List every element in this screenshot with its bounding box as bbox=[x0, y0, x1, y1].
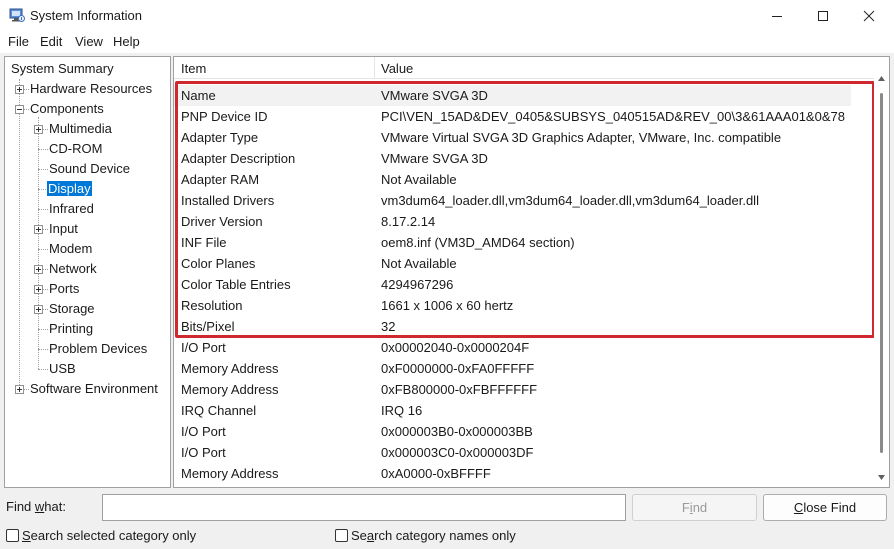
cell-item: IRQ Channel bbox=[181, 403, 257, 418]
tree-item-sound-device[interactable]: Sound Device bbox=[49, 160, 130, 178]
checkbox-box[interactable] bbox=[335, 529, 348, 542]
menu-edit[interactable]: Edit bbox=[40, 34, 62, 49]
tree-item-hardware-resources[interactable]: Hardware Resources bbox=[30, 80, 152, 98]
table-row[interactable]: I/O Port 0x000003B0-0x000003BB bbox=[174, 421, 889, 442]
close-button[interactable] bbox=[846, 0, 892, 31]
tree-item-system-summary[interactable]: System Summary bbox=[11, 60, 114, 78]
expand-input-icon[interactable] bbox=[34, 225, 43, 234]
tree-item-network[interactable]: Network bbox=[49, 260, 97, 278]
main-content: System Summary Hardware Resources Compon… bbox=[0, 53, 894, 489]
column-header-row: Item Value bbox=[174, 57, 889, 79]
tree-item-multimedia[interactable]: Multimedia bbox=[49, 120, 112, 138]
cell-value: 0xF0000000-0xFA0FFFFF bbox=[381, 361, 535, 376]
find-what-input[interactable] bbox=[102, 494, 626, 521]
cell-item: I/O Port bbox=[181, 424, 226, 439]
details-list[interactable]: Item Value Name VMware SVGA 3D PNP Device … bbox=[173, 56, 890, 488]
find-button[interactable]: Find bbox=[632, 494, 757, 521]
column-header-item[interactable]: Item bbox=[181, 61, 206, 76]
table-row[interactable]: I/O Port 0x000003C0-0x000003DF bbox=[174, 442, 889, 463]
cell-value: 0x000003B0-0x000003BB bbox=[381, 424, 533, 439]
expand-software-environment-icon[interactable] bbox=[15, 385, 24, 394]
search-category-names-label: Search category names only bbox=[351, 528, 516, 543]
category-tree[interactable]: System Summary Hardware Resources Compon… bbox=[4, 56, 171, 488]
cell-item: Memory Address bbox=[181, 361, 279, 376]
tree-item-usb[interactable]: USB bbox=[49, 360, 76, 378]
menu-bar: File Edit View Help bbox=[0, 31, 894, 53]
cell-value: 0xA0000-0xBFFFF bbox=[381, 466, 491, 481]
system-information-app-icon bbox=[9, 8, 25, 22]
tree-item-components[interactable]: Components bbox=[30, 100, 104, 118]
scroll-up-arrow-icon[interactable] bbox=[878, 76, 885, 81]
tree-item-infrared[interactable]: Infrared bbox=[49, 200, 94, 218]
cell-value: 0xFB800000-0xFBFFFFFF bbox=[381, 382, 538, 397]
maximize-button[interactable] bbox=[800, 0, 846, 31]
tree-item-modem[interactable]: Modem bbox=[49, 240, 92, 258]
cell-value: IRQ 16 bbox=[381, 403, 423, 418]
expand-storage-icon[interactable] bbox=[34, 305, 43, 314]
find-what-label: Find what: bbox=[6, 499, 66, 514]
column-divider[interactable] bbox=[374, 57, 375, 79]
search-selected-category-checkbox[interactable]: Search selected category only bbox=[6, 527, 266, 545]
search-selected-category-label: Search selected category only bbox=[22, 528, 197, 543]
minimize-button[interactable] bbox=[754, 0, 800, 31]
cell-item: I/O Port bbox=[181, 445, 226, 460]
maximize-icon bbox=[818, 10, 828, 21]
tree-item-input[interactable]: Input bbox=[49, 220, 78, 238]
column-header-value[interactable]: Value bbox=[381, 61, 413, 76]
find-bar: Find what: Find Close Find Search select… bbox=[0, 489, 894, 549]
tree-item-storage[interactable]: Storage bbox=[49, 300, 95, 318]
minimize-icon bbox=[772, 15, 782, 17]
window-title: System Information bbox=[30, 8, 142, 23]
cell-item: Memory Address bbox=[181, 382, 279, 397]
menu-file[interactable]: File bbox=[8, 34, 29, 49]
tree-item-printing[interactable]: Printing bbox=[49, 320, 93, 338]
collapse-components-icon[interactable] bbox=[15, 105, 24, 114]
close-find-button[interactable]: Close Find bbox=[763, 494, 887, 521]
scrollbar-thumb[interactable] bbox=[880, 93, 883, 453]
expand-ports-icon[interactable] bbox=[34, 285, 43, 294]
tree-item-display[interactable]: Display bbox=[47, 180, 92, 198]
menu-help[interactable]: Help bbox=[113, 34, 140, 49]
expand-hardware-resources-icon[interactable] bbox=[15, 85, 24, 94]
table-row[interactable]: I/O Port 0x00002040-0x0000204F bbox=[174, 337, 889, 358]
vertical-scrollbar[interactable] bbox=[874, 57, 889, 487]
checkbox-box[interactable] bbox=[6, 529, 19, 542]
cell-item: Memory Address bbox=[181, 466, 279, 481]
expand-network-icon[interactable] bbox=[34, 265, 43, 274]
scroll-down-arrow-icon[interactable] bbox=[878, 475, 885, 480]
table-row[interactable]: Memory Address 0xFB800000-0xFBFFFFFF bbox=[174, 379, 889, 400]
table-row[interactable]: IRQ Channel IRQ 16 bbox=[174, 400, 889, 421]
title-bar: System Information bbox=[0, 0, 894, 31]
red-highlight-annotation bbox=[175, 81, 875, 338]
tree-item-software-environment[interactable]: Software Environment bbox=[30, 380, 158, 398]
search-category-names-checkbox[interactable]: Search category names only bbox=[335, 527, 575, 545]
cell-item: I/O Port bbox=[181, 340, 226, 355]
menu-view[interactable]: View bbox=[75, 34, 103, 49]
tree-item-cd-rom[interactable]: CD-ROM bbox=[49, 140, 102, 158]
tree-item-ports[interactable]: Ports bbox=[49, 280, 79, 298]
table-row[interactable]: Memory Address 0xF0000000-0xFA0FFFFF bbox=[174, 358, 889, 379]
tree-item-problem-devices[interactable]: Problem Devices bbox=[49, 340, 147, 358]
expand-multimedia-icon[interactable] bbox=[34, 125, 43, 134]
cell-value: 0x000003C0-0x000003DF bbox=[381, 445, 534, 460]
table-row[interactable]: Memory Address 0xA0000-0xBFFFF bbox=[174, 463, 889, 484]
close-icon bbox=[863, 10, 875, 21]
cell-value: 0x00002040-0x0000204F bbox=[381, 340, 530, 355]
